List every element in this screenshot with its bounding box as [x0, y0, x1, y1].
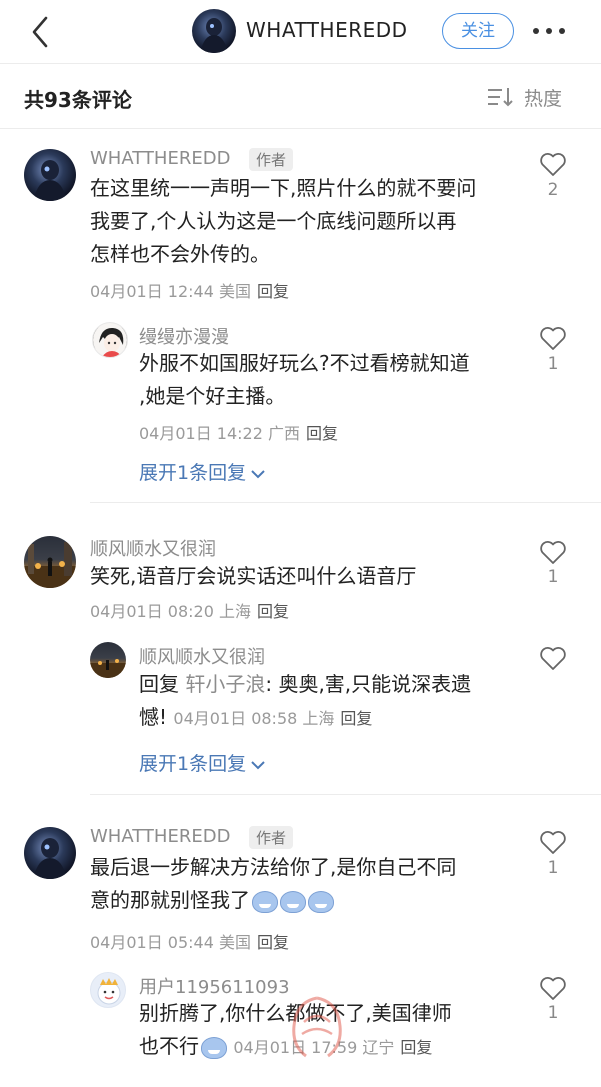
comment-meta: 04月01日 05:44 美国 回复: [90, 929, 289, 953]
author-tag: 作者: [249, 826, 294, 849]
crying-laugh-emoji-icon: [201, 1036, 227, 1059]
reply-prefix: 回复: [139, 672, 179, 696]
crying-laugh-emoji-icon: [252, 890, 278, 913]
expand-replies-button[interactable]: 展开1条回复: [139, 749, 266, 776]
reply-username[interactable]: 缦缦亦漫漫: [139, 323, 229, 349]
comment-text-line: 最后退一步解决方法给你了,是你自己不同: [90, 855, 457, 879]
sort-label: 热度: [524, 88, 563, 110]
reply-text-fragment: 也不行: [139, 1034, 199, 1058]
nav-avatar[interactable]: [192, 9, 236, 53]
comment-text-line: 怎样也不会外传的。: [90, 242, 270, 266]
reply-text-fragment: 憾!: [139, 705, 168, 729]
more-dots-icon: [533, 28, 565, 34]
comment-text-line: 我要了,个人认为这是一个底线问题所以再: [90, 209, 457, 233]
reply-meta: 04月01日 14:22 广西 回复: [139, 420, 338, 444]
comment-text: 在这里统一一声明一下,照片什么的就不要问 我要了,个人认为这是一个底线问题所以再…: [90, 172, 520, 271]
reply-username[interactable]: 顺风顺水又很润: [139, 643, 265, 669]
author-tag: 作者: [249, 148, 294, 171]
reply-text: 外服不如国服好玩么?不过看榜就知道 ,她是个好主播。: [139, 347, 519, 413]
avatar-figure-icon: [33, 838, 67, 879]
reply-text-line: ,她是个好主播。: [139, 384, 286, 408]
header-divider: [0, 128, 601, 129]
like-count: 2: [547, 180, 559, 200]
sort-button[interactable]: 热度: [486, 84, 576, 110]
comment-text-line: 意的那就别怪我了: [90, 884, 520, 917]
avatar-figure-icon: [33, 160, 67, 201]
avatar[interactable]: [24, 536, 76, 588]
comment-timestamp: 04月01日 12:44 美国: [90, 282, 252, 301]
reply-button[interactable]: 回复: [257, 282, 289, 301]
reply-text-fragment: : 奥奥,害,只能说深表遗: [265, 672, 472, 696]
comment-username[interactable]: WHATTHEREDD: [90, 826, 230, 847]
crying-laugh-emoji-icon: [280, 890, 306, 913]
chevron-down-icon: [251, 760, 265, 769]
crying-laugh-emoji-icon: [308, 890, 334, 913]
comment-text: 最后退一步解决方法给你了,是你自己不同 意的那就别怪我了: [90, 851, 520, 917]
comment-meta: 04月01日 08:20 上海 回复: [90, 598, 289, 622]
comment-username[interactable]: WHATTHEREDD: [90, 148, 230, 169]
reply-meta: 04月01日 08:58 上海 回复: [173, 709, 372, 728]
reply-button[interactable]: 回复: [257, 602, 289, 621]
comment-timestamp: 04月01日 08:20 上海: [90, 602, 252, 621]
expand-replies-label: 展开1条回复: [139, 462, 247, 484]
reply-timestamp: 04月01日 14:22 广西: [139, 424, 301, 443]
avatar[interactable]: [90, 972, 126, 1008]
like-count: 1: [547, 1003, 559, 1023]
mention-link[interactable]: 轩小子浪: [185, 672, 265, 696]
comment-timestamp: 04月01日 05:44 美国: [90, 933, 252, 952]
comment-divider: [90, 502, 601, 503]
back-button[interactable]: [22, 12, 62, 52]
heart-outline-icon[interactable]: [539, 645, 567, 671]
like-count: 1: [547, 354, 559, 374]
reply-text-line: 憾! 04月01日 08:58 上海 回复: [139, 701, 519, 735]
avatar-anime-icon: [93, 323, 127, 357]
reply-username[interactable]: 用户1195611093: [139, 973, 290, 999]
heart-outline-icon[interactable]: [539, 539, 567, 565]
avatar[interactable]: [24, 827, 76, 879]
expand-replies-label: 展开1条回复: [139, 753, 247, 775]
more-button[interactable]: [530, 16, 570, 46]
heart-outline-icon[interactable]: [539, 829, 567, 855]
like-count: 1: [547, 858, 559, 878]
expand-replies-button[interactable]: 展开1条回复: [139, 458, 266, 485]
heart-outline-icon[interactable]: [539, 325, 567, 351]
comment-count-title: 共93条评论: [24, 88, 132, 112]
reply-button[interactable]: 回复: [400, 1038, 432, 1057]
watermark-logo-icon: [292, 996, 342, 1058]
avatar-figure-icon: [200, 18, 228, 53]
avatar[interactable]: [24, 149, 76, 201]
comment-meta: 04月01日 12:44 美国 回复: [90, 278, 289, 302]
chevron-left-icon: [32, 16, 48, 48]
comment-text-line: 在这里统一一声明一下,照片什么的就不要问: [90, 176, 477, 200]
sort-icon: [488, 88, 513, 107]
follow-button[interactable]: 关注: [442, 13, 514, 49]
avatar[interactable]: [92, 322, 128, 358]
reply-text-line: 外服不如国服好玩么?不过看榜就知道: [139, 351, 470, 375]
avatar[interactable]: [90, 642, 126, 678]
avatar-street-icon: [90, 659, 126, 678]
chevron-down-icon: [251, 469, 265, 478]
comment-username[interactable]: 顺风顺水又很润: [90, 535, 216, 561]
nav-title: WHATTHEREDD: [246, 18, 408, 42]
comment-text: 笑死,语音厅会说实话还叫什么语音厅: [90, 560, 520, 593]
reply-button[interactable]: 回复: [257, 933, 289, 952]
avatar-street-icon: [24, 542, 76, 588]
comment-text-fragment: 意的那就别怪我了: [90, 888, 250, 912]
heart-outline-icon[interactable]: [539, 151, 567, 177]
reply-button[interactable]: 回复: [306, 424, 338, 443]
reply-text-line: 回复 轩小子浪: 奥奥,害,只能说深表遗: [139, 668, 519, 701]
like-count: 1: [547, 567, 559, 587]
heart-outline-icon[interactable]: [539, 975, 567, 1001]
reply-text: 回复 轩小子浪: 奥奥,害,只能说深表遗 憾! 04月01日 08:58 上海回…: [139, 668, 519, 735]
reply-button[interactable]: 回复: [340, 709, 372, 728]
avatar-default-icon: [97, 978, 121, 1005]
comment-text-line: 笑死,语音厅会说实话还叫什么语音厅: [90, 564, 417, 588]
top-nav-bar: WHATTHEREDD 关注: [0, 0, 601, 64]
reply-timestamp: 04月01日 08:58 上海: [173, 709, 335, 728]
comment-divider: [90, 794, 601, 795]
